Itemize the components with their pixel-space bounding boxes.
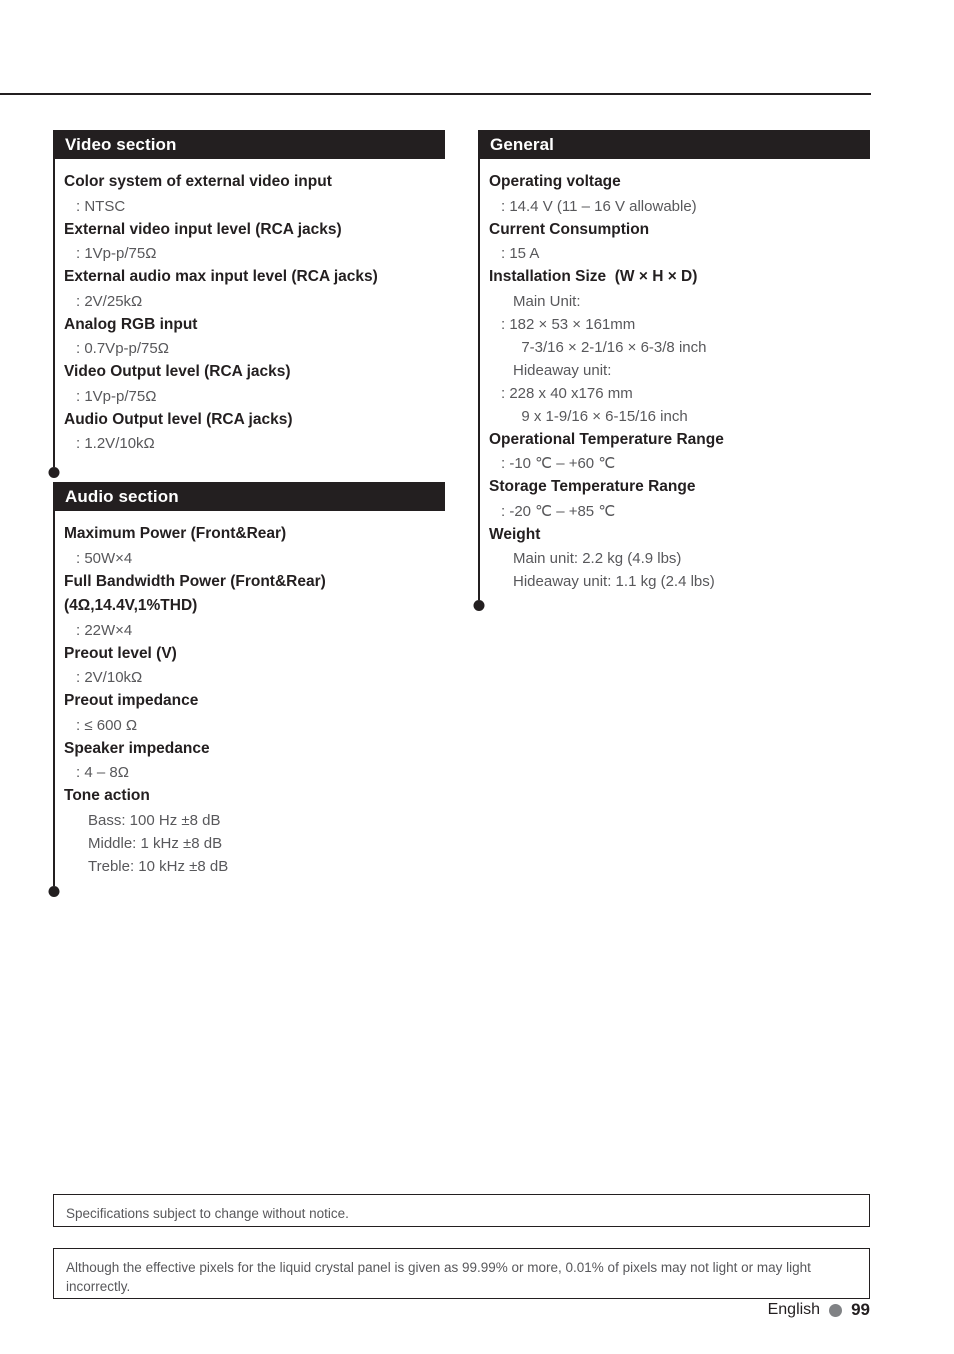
section-header-bar-general: General (478, 130, 870, 159)
section-body-general: Operating voltage : 14.4 V (11 – 16 V al… (478, 159, 870, 593)
section-title-video: Video section (65, 134, 177, 154)
spec-value: : 182 × 53 × 161mm (501, 315, 636, 333)
section-header-bar-audio: Audio section (53, 482, 445, 511)
spec-value: Main Unit: (513, 292, 581, 310)
section-audio: Audio section Maximum Power (Front&Rear)… (53, 482, 445, 878)
page-footer: English 99 (768, 1300, 870, 1320)
section-header-bar-video: Video section (53, 130, 445, 159)
side-marker-dot (48, 886, 60, 897)
spec-label: Operational Temperature Range (489, 430, 724, 448)
spec-label: Color system of external video input (64, 173, 332, 190)
spec-label: Current Consumption (489, 220, 650, 238)
spec-label: Video Output level (RCA jacks) (64, 363, 291, 380)
spec-value: Middle: 1 kHz ±8 dB (88, 834, 223, 852)
spec-value: : ≤ 600 Ω (76, 716, 138, 734)
spec-label: External video input level (RCA jacks) (64, 220, 342, 238)
spec-value: Bass: 100 Hz ±8 dB (88, 811, 221, 829)
spec-value: : 2V/10kΩ (76, 669, 143, 686)
spec-value: : -20 ℃ – +85 ℃ (501, 502, 616, 520)
spec-value: : 15 A (501, 245, 540, 262)
spec-value: : 0.7Vp-p/75Ω (76, 340, 169, 357)
section-title-general: General (490, 134, 555, 154)
spec-value: : 4 – 8Ω (76, 764, 129, 781)
header-divider-rule (0, 93, 871, 95)
section-body-audio: Maximum Power (Front&Rear) : 50W×4 Full … (53, 511, 445, 878)
spec-label: Preout level (V) (64, 644, 177, 662)
spec-label: Full Bandwidth Power (Front&Rear) (4Ω,14… (64, 572, 326, 615)
right-column: General Operating voltage : 14.4 V (11 –… (478, 130, 870, 593)
page-number: 99 (851, 1300, 870, 1319)
spec-label: Maximum Power (Front&Rear) (64, 525, 287, 542)
spec-value: : 1Vp-p/75Ω (76, 387, 157, 405)
spec-label: Tone action (64, 787, 150, 804)
spec-label: Operating voltage (489, 173, 621, 190)
spec-value: : -10 ℃ – +60 ℃ (501, 455, 616, 472)
spec-value: Treble: 10 kHz ±8 dB (88, 857, 229, 875)
spec-label: Installation Size (W × H × D) (489, 268, 698, 285)
spec-value: : 22W×4 (76, 621, 133, 639)
spec-value: : 1Vp-p/75Ω (76, 245, 157, 262)
footer-language-label: English (767, 1301, 821, 1318)
spec-label: Audio Output level (RCA jacks) (64, 410, 293, 428)
spec-value: 7-3/16 × 2-1/16 × 6-3/8 inch (513, 338, 707, 356)
notice-text: Specifications subject to change without… (66, 1206, 349, 1221)
notice-box-lcd-pixels: Although the effective pixels for the li… (53, 1248, 870, 1299)
section-video: Video section Color system of external v… (53, 130, 445, 455)
spec-label: External audio max input level (RCA jack… (64, 268, 378, 285)
notice-box-specifications: Specifications subject to change without… (53, 1194, 870, 1227)
notice-text: Although the effective pixels for the li… (66, 1260, 811, 1294)
section-body-video: Color system of external video input : N… (53, 159, 445, 455)
spec-value: : 1.2V/10kΩ (76, 435, 155, 452)
spec-value: Main unit: 2.2 kg (4.9 lbs) (513, 550, 682, 567)
spec-label: Analog RGB input (64, 315, 198, 333)
section-general: General Operating voltage : 14.4 V (11 –… (478, 130, 870, 593)
left-column: Video section Color system of external v… (53, 130, 445, 878)
section-title-audio: Audio section (65, 486, 179, 506)
bullet-dot-icon (829, 1303, 843, 1317)
spec-value: Hideaway unit: 1.1 kg (2.4 lbs) (513, 573, 715, 590)
spec-value: : 50W×4 (76, 549, 133, 567)
spec-value: : 228 x 40 x176 mm (501, 384, 633, 402)
spec-value: Hideaway unit: (513, 361, 612, 379)
spec-value: 9 x 1-9/16 × 6-15/16 inch (513, 407, 688, 425)
spec-label: Storage Temperature Range (489, 478, 696, 495)
spec-label: Weight (489, 525, 541, 543)
side-marker-dot (473, 600, 485, 611)
spec-value: : 2V/25kΩ (76, 292, 143, 310)
spec-value: : NTSC (76, 197, 126, 215)
spec-label: Speaker impedance (64, 739, 210, 757)
spec-value: : 14.4 V (11 – 16 V allowable) (501, 197, 697, 215)
spec-label: Preout impedance (64, 692, 199, 709)
